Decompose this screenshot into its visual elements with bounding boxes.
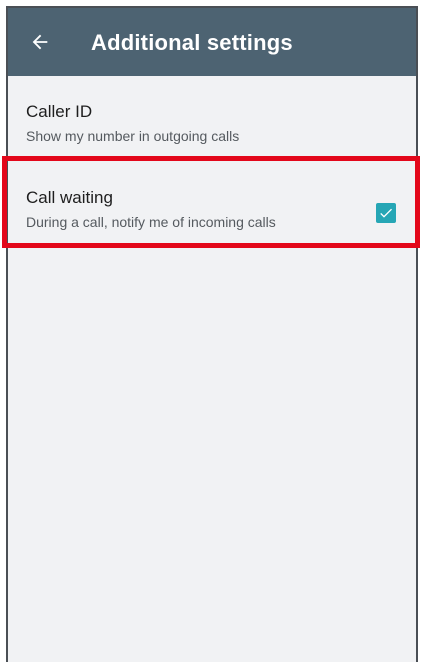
- checkmark-icon: [380, 208, 392, 218]
- call-waiting-subtitle: During a call, notify me of incoming cal…: [26, 214, 276, 230]
- call-waiting-setting[interactable]: Call waiting During a call, notify me of…: [8, 174, 416, 254]
- arrow-left-icon: [32, 34, 48, 50]
- settings-list: Caller ID Show my number in outgoing cal…: [8, 76, 416, 662]
- app-bar: Additional settings: [8, 8, 416, 76]
- call-waiting-title: Call waiting: [26, 188, 113, 207]
- call-waiting-checkbox[interactable]: [376, 203, 396, 223]
- caller-id-subtitle: Show my number in outgoing calls: [26, 128, 240, 144]
- caller-id-title: Caller ID: [26, 102, 93, 121]
- page-title: Additional settings: [91, 30, 293, 55]
- phone-screen: Additional settings Caller ID Show my nu…: [6, 6, 418, 662]
- caller-id-setting[interactable]: Caller ID Show my number in outgoing cal…: [8, 88, 416, 168]
- back-button[interactable]: [22, 24, 58, 60]
